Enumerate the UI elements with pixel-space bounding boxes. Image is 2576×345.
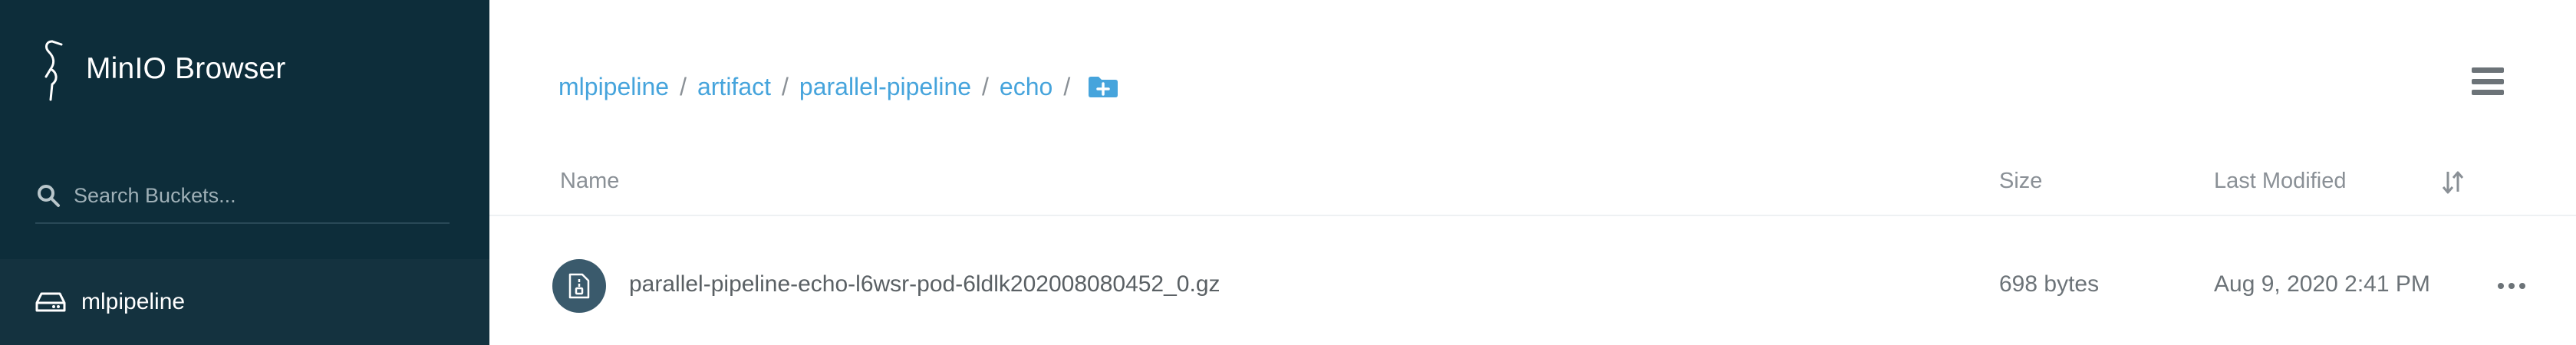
sidebar: MinIO Browser mlpipeline bbox=[0, 0, 489, 345]
breadcrumb-mlpipeline[interactable]: mlpipeline bbox=[558, 73, 669, 101]
column-header-name[interactable]: Name bbox=[560, 169, 619, 194]
column-header-last-modified[interactable]: Last Modified bbox=[2214, 169, 2347, 194]
breadcrumb-parallel-pipeline[interactable]: parallel-pipeline bbox=[799, 73, 971, 101]
minio-heron-icon bbox=[44, 40, 63, 101]
table-row[interactable]: parallel-pipeline-echo-l6wsr-pod-6ldlk20… bbox=[489, 230, 2576, 345]
breadcrumb-echo[interactable]: echo bbox=[1000, 73, 1052, 101]
search-bar bbox=[35, 169, 450, 224]
search-buckets-input[interactable] bbox=[74, 176, 427, 215]
app-title: MinIO Browser bbox=[86, 52, 286, 85]
drive-icon bbox=[35, 292, 66, 312]
breadcrumb-separator: / bbox=[782, 72, 789, 100]
breadcrumb-separator: / bbox=[1063, 72, 1071, 100]
breadcrumb-artifact[interactable]: artifact bbox=[697, 73, 771, 101]
bucket-label: mlpipeline bbox=[81, 289, 186, 314]
file-archive-icon[interactable] bbox=[552, 259, 606, 313]
breadcrumb-separator: / bbox=[680, 72, 687, 100]
breadcrumb-separator: / bbox=[982, 72, 989, 100]
table-header: Name Size Last Modified bbox=[489, 153, 2576, 216]
file-name[interactable]: parallel-pipeline-echo-l6wsr-pod-6ldlk20… bbox=[629, 271, 1220, 297]
app-logo: MinIO Browser bbox=[35, 37, 285, 101]
column-header-size[interactable]: Size bbox=[1999, 169, 2042, 194]
hamburger-menu-icon[interactable] bbox=[2472, 67, 2504, 95]
search-icon bbox=[38, 185, 60, 207]
file-size: 698 bytes bbox=[1999, 271, 2100, 297]
sort-icon[interactable] bbox=[2441, 169, 2464, 196]
file-last-modified: Aug 9, 2020 2:41 PM bbox=[2214, 271, 2430, 297]
breadcrumb: mlpipeline / artifact / parallel-pipelin… bbox=[558, 67, 1119, 106]
more-horizontal-icon[interactable] bbox=[2498, 274, 2525, 297]
sidebar-item-mlpipeline[interactable]: mlpipeline bbox=[0, 259, 489, 345]
folder-plus-icon[interactable] bbox=[1087, 74, 1119, 99]
